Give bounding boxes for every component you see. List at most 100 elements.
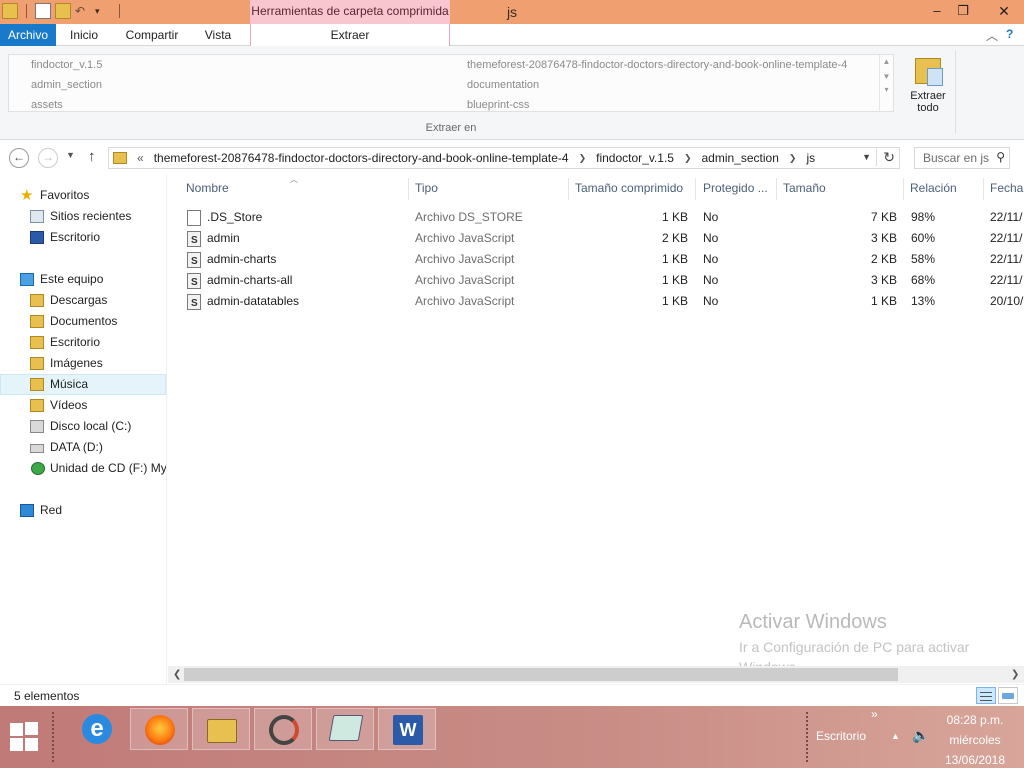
maximize-button[interactable]: ❐ (948, 0, 978, 24)
taskbar-internet-explorer[interactable]: e (68, 708, 126, 750)
table-row[interactable]: admin-charts-all Archivo JavaScript 1 KB… (168, 270, 1024, 293)
breadcrumb-item[interactable]: admin_section (702, 151, 779, 165)
nav-item-documentos[interactable]: Documentos (0, 311, 166, 332)
column-header-nombre[interactable]: Nombre (186, 181, 229, 195)
table-row[interactable]: admin-datatables Archivo JavaScript 1 KB… (168, 291, 1024, 314)
column-divider[interactable] (983, 178, 984, 200)
search-input[interactable]: Buscar en js ⚲ (914, 147, 1010, 169)
destination-item[interactable]: themeforest-20876478-findoctor-doctors-d… (467, 59, 847, 71)
search-icon[interactable]: ⚲ (996, 150, 1005, 164)
properties-icon[interactable] (35, 3, 51, 19)
file-type: Archivo JavaScript (415, 294, 515, 308)
breadcrumb-item[interactable]: js (806, 151, 815, 165)
column-divider[interactable] (776, 178, 777, 200)
chevron-right-icon[interactable]: ❯ (684, 153, 692, 164)
taskbar-firefox[interactable] (130, 708, 188, 750)
column-header-tipo[interactable]: Tipo (415, 181, 438, 195)
nav-item-sitios-recientes[interactable]: Sitios recientes (0, 206, 166, 227)
clock[interactable]: 08:28 p.m. miércoles 13/06/2018 (940, 710, 1010, 768)
recent-locations-icon[interactable]: ▼ (66, 150, 75, 160)
new-folder-icon[interactable] (55, 3, 71, 19)
address-dropdown-icon[interactable]: ▼ (862, 152, 871, 162)
tab-compartir[interactable]: Compartir (118, 24, 186, 46)
collapse-ribbon-icon[interactable]: ︿ (986, 27, 998, 44)
show-hidden-icons[interactable]: ▲ (891, 731, 900, 741)
breadcrumb-item[interactable]: themeforest-20876478-findoctor-doctors-d… (154, 151, 569, 165)
table-row[interactable]: admin-charts Archivo JavaScript 1 KB No … (168, 249, 1024, 272)
nav-item-este-equipo[interactable]: Este equipo (0, 269, 166, 290)
nav-item-escritorio[interactable]: Escritorio (0, 332, 166, 353)
horizontal-scrollbar[interactable]: ❮ ❯ (168, 666, 1024, 683)
nav-item-descargas[interactable]: Descargas (0, 290, 166, 311)
destination-item[interactable]: assets (31, 99, 63, 111)
nav-item-cd-f[interactable]: Unidad de CD (F:) My (0, 458, 166, 479)
extract-all-button[interactable]: Extraer todo (904, 52, 952, 114)
ribbon-panel: findoctor_v.1.5 admin_section assets the… (0, 46, 1024, 140)
tab-inicio[interactable]: Inicio (60, 24, 108, 46)
nav-item-data-d[interactable]: DATA (D:) (0, 437, 166, 458)
file-name: admin-charts-all (207, 273, 293, 287)
column-header-fecha[interactable]: Fecha (990, 181, 1023, 195)
column-divider[interactable] (408, 178, 409, 200)
nav-item-imagenes[interactable]: Imágenes (0, 353, 166, 374)
column-divider[interactable] (903, 178, 904, 200)
column-header-relacion[interactable]: Relación (910, 181, 957, 195)
undo-icon[interactable]: ↶ (75, 3, 91, 19)
extract-all-label-2: todo (917, 102, 939, 114)
taskbar-notepad[interactable] (316, 708, 374, 750)
chevron-right-icon[interactable]: ❯ (579, 153, 587, 164)
start-button[interactable] (10, 722, 40, 752)
file-explorer-icon (207, 719, 237, 743)
toolbar-expand-icon[interactable]: » (871, 707, 878, 721)
nav-item-disco-c[interactable]: Disco local (C:) (0, 416, 166, 437)
nav-item-red[interactable]: Red (0, 500, 166, 521)
taskbar-word[interactable]: W (378, 708, 436, 750)
close-button[interactable]: ✕ (984, 0, 1024, 24)
address-bar[interactable]: « themeforest-20876478-findoctor-doctors… (108, 147, 900, 169)
speaker-icon[interactable]: 🔈 (912, 727, 929, 744)
back-button[interactable]: ← (9, 148, 29, 168)
table-row[interactable]: admin Archivo JavaScript 2 KB No 3 KB 60… (168, 228, 1024, 251)
search-placeholder: Buscar en js (923, 151, 990, 165)
breadcrumb-item[interactable]: findoctor_v.1.5 (596, 151, 674, 165)
forward-button[interactable]: → (38, 148, 58, 168)
recent-places-icon (30, 210, 44, 223)
destination-item[interactable]: admin_section (31, 79, 102, 91)
scroll-right-icon[interactable]: ❯ (1011, 666, 1019, 683)
up-button[interactable]: ↑ (88, 148, 96, 165)
refresh-icon[interactable]: ↻ (876, 149, 895, 166)
gallery-up-icon[interactable]: ▲ (880, 57, 893, 66)
column-divider[interactable] (568, 178, 569, 200)
taskbar-file-explorer[interactable] (192, 708, 250, 750)
nav-item-favoritos[interactable]: ★ Favoritos (0, 185, 166, 206)
column-header-tamano[interactable]: Tamaño (783, 181, 826, 195)
chevron-right-icon[interactable]: ❯ (789, 153, 797, 164)
large-icons-view-button[interactable] (998, 687, 1018, 704)
destination-item[interactable]: findoctor_v.1.5 (31, 59, 102, 71)
details-view-button[interactable] (976, 687, 996, 704)
gallery-scrollbar[interactable]: ▲ ▼ ▾ (879, 55, 893, 111)
nav-item-escritorio-fav[interactable]: Escritorio (0, 227, 166, 248)
tab-archivo[interactable]: Archivo (0, 24, 56, 46)
tab-vista[interactable]: Vista (198, 24, 238, 46)
nav-item-videos[interactable]: Vídeos (0, 395, 166, 416)
table-row[interactable]: .DS_Store Archivo DS_STORE 1 KB No 7 KB … (168, 207, 1024, 228)
taskbar-pdf-app[interactable] (254, 708, 312, 750)
destination-item[interactable]: blueprint-css (467, 99, 529, 111)
desktop-toolbar[interactable]: Escritorio (816, 729, 866, 743)
scrollbar-thumb[interactable] (184, 668, 898, 681)
gallery-down-icon[interactable]: ▼ (880, 72, 893, 81)
destination-item[interactable]: documentation (467, 79, 539, 91)
nav-item-musica[interactable]: Música (0, 374, 166, 395)
file-size: 1 KB (870, 294, 897, 308)
gallery-more-icon[interactable]: ▾ (880, 85, 893, 94)
column-header-protegido[interactable]: Protegido ... (703, 181, 768, 195)
scroll-left-icon[interactable]: ❮ (173, 666, 181, 683)
customize-qat-icon[interactable]: ▾ (95, 3, 111, 19)
column-header-tamano-comprimido[interactable]: Tamaño comprimido (575, 181, 683, 195)
tab-extraer[interactable]: Extraer (250, 24, 450, 47)
column-divider[interactable] (695, 178, 696, 200)
breadcrumb-overflow[interactable]: « (137, 151, 144, 165)
network-icon (20, 504, 34, 517)
help-icon[interactable]: ? (1006, 27, 1013, 41)
